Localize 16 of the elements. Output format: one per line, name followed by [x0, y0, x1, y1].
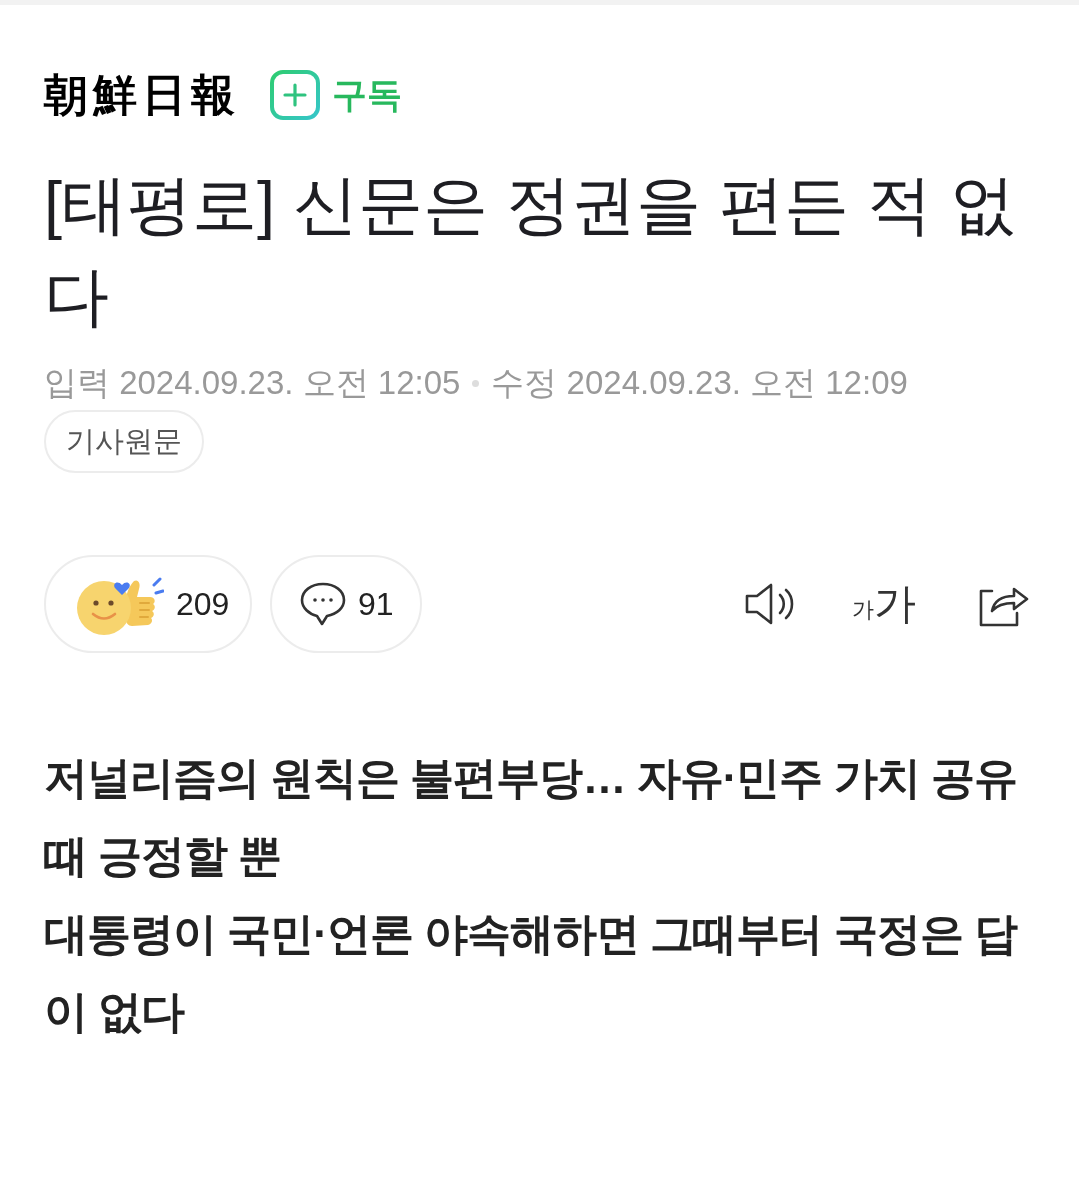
plus-icon: [270, 70, 320, 120]
original-article-button[interactable]: 기사원문: [44, 410, 204, 473]
article-subtitle: 저널리즘의 원칙은 불편부당… 자유·민주 가치 공유 때 긍정할 뿐: [44, 752, 1018, 882]
article-subtitle: 대통령이 국민·언론 야속해하면 그때부터 국정은 답이 없다: [44, 908, 1019, 1038]
font-size-button[interactable]: 가가: [852, 583, 916, 625]
comment-button[interactable]: 91: [270, 555, 422, 653]
modified-time: 수정 2024.09.23. 오전 12:09: [491, 363, 908, 403]
newspaper-logo[interactable]: 朝鮮日報: [44, 70, 240, 120]
listen-button[interactable]: [744, 582, 796, 626]
article-title: [태평로] 신문은 정권을 편든 적 없다: [44, 167, 1017, 335]
comment-count: 91: [358, 585, 394, 624]
speech-bubble-icon: [300, 582, 346, 626]
reaction-count: 209: [176, 585, 230, 624]
reaction-button[interactable]: 209: [44, 555, 252, 653]
published-time: 입력 2024.09.23. 오전 12:05: [44, 363, 461, 403]
speaker-icon: [744, 582, 796, 626]
